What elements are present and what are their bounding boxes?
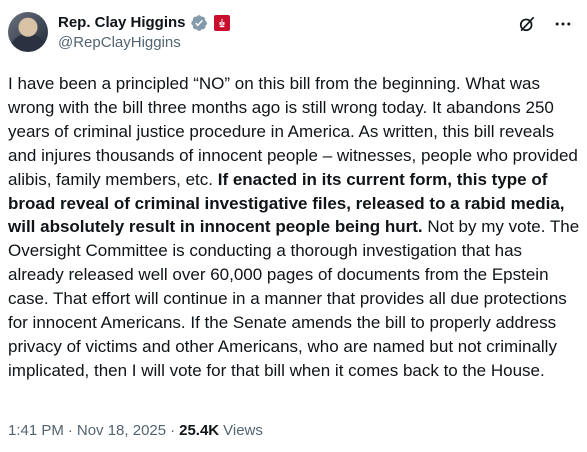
meta-separator: ·	[67, 422, 73, 439]
header-actions	[517, 14, 573, 34]
tweet-text-part2: Not by my vote. The Oversight Committee …	[8, 217, 580, 380]
author-avatar[interactable]	[8, 12, 48, 52]
author-handle[interactable]: @RepClayHiggins	[58, 33, 230, 53]
tweet-header: Rep. Clay Higgins @RepClayHiggins	[8, 8, 579, 56]
name-row: Rep. Clay Higgins	[58, 13, 230, 33]
views-count[interactable]: 25.4K	[179, 421, 219, 441]
government-affiliation-icon[interactable]	[213, 15, 230, 31]
grok-icon[interactable]	[517, 14, 537, 34]
verified-badge-icon[interactable]	[190, 14, 208, 32]
tweet-text: I have been a principled “NO” on this bi…	[8, 72, 580, 383]
tweet-card: Rep. Clay Higgins @RepClayHiggins I have…	[0, 0, 587, 452]
tweet-meta: 1:41 PM · Nov 18, 2025 · 25.4K Views	[8, 421, 263, 441]
tweet-date[interactable]: Nov 18, 2025	[77, 421, 166, 441]
author-names: Rep. Clay Higgins @RepClayHiggins	[58, 13, 230, 53]
author-display-name[interactable]: Rep. Clay Higgins	[58, 13, 186, 33]
more-options-icon[interactable]	[553, 14, 573, 34]
tweet-time[interactable]: 1:41 PM	[8, 421, 64, 441]
meta-separator: ·	[170, 422, 176, 439]
views-label: Views	[223, 422, 263, 439]
